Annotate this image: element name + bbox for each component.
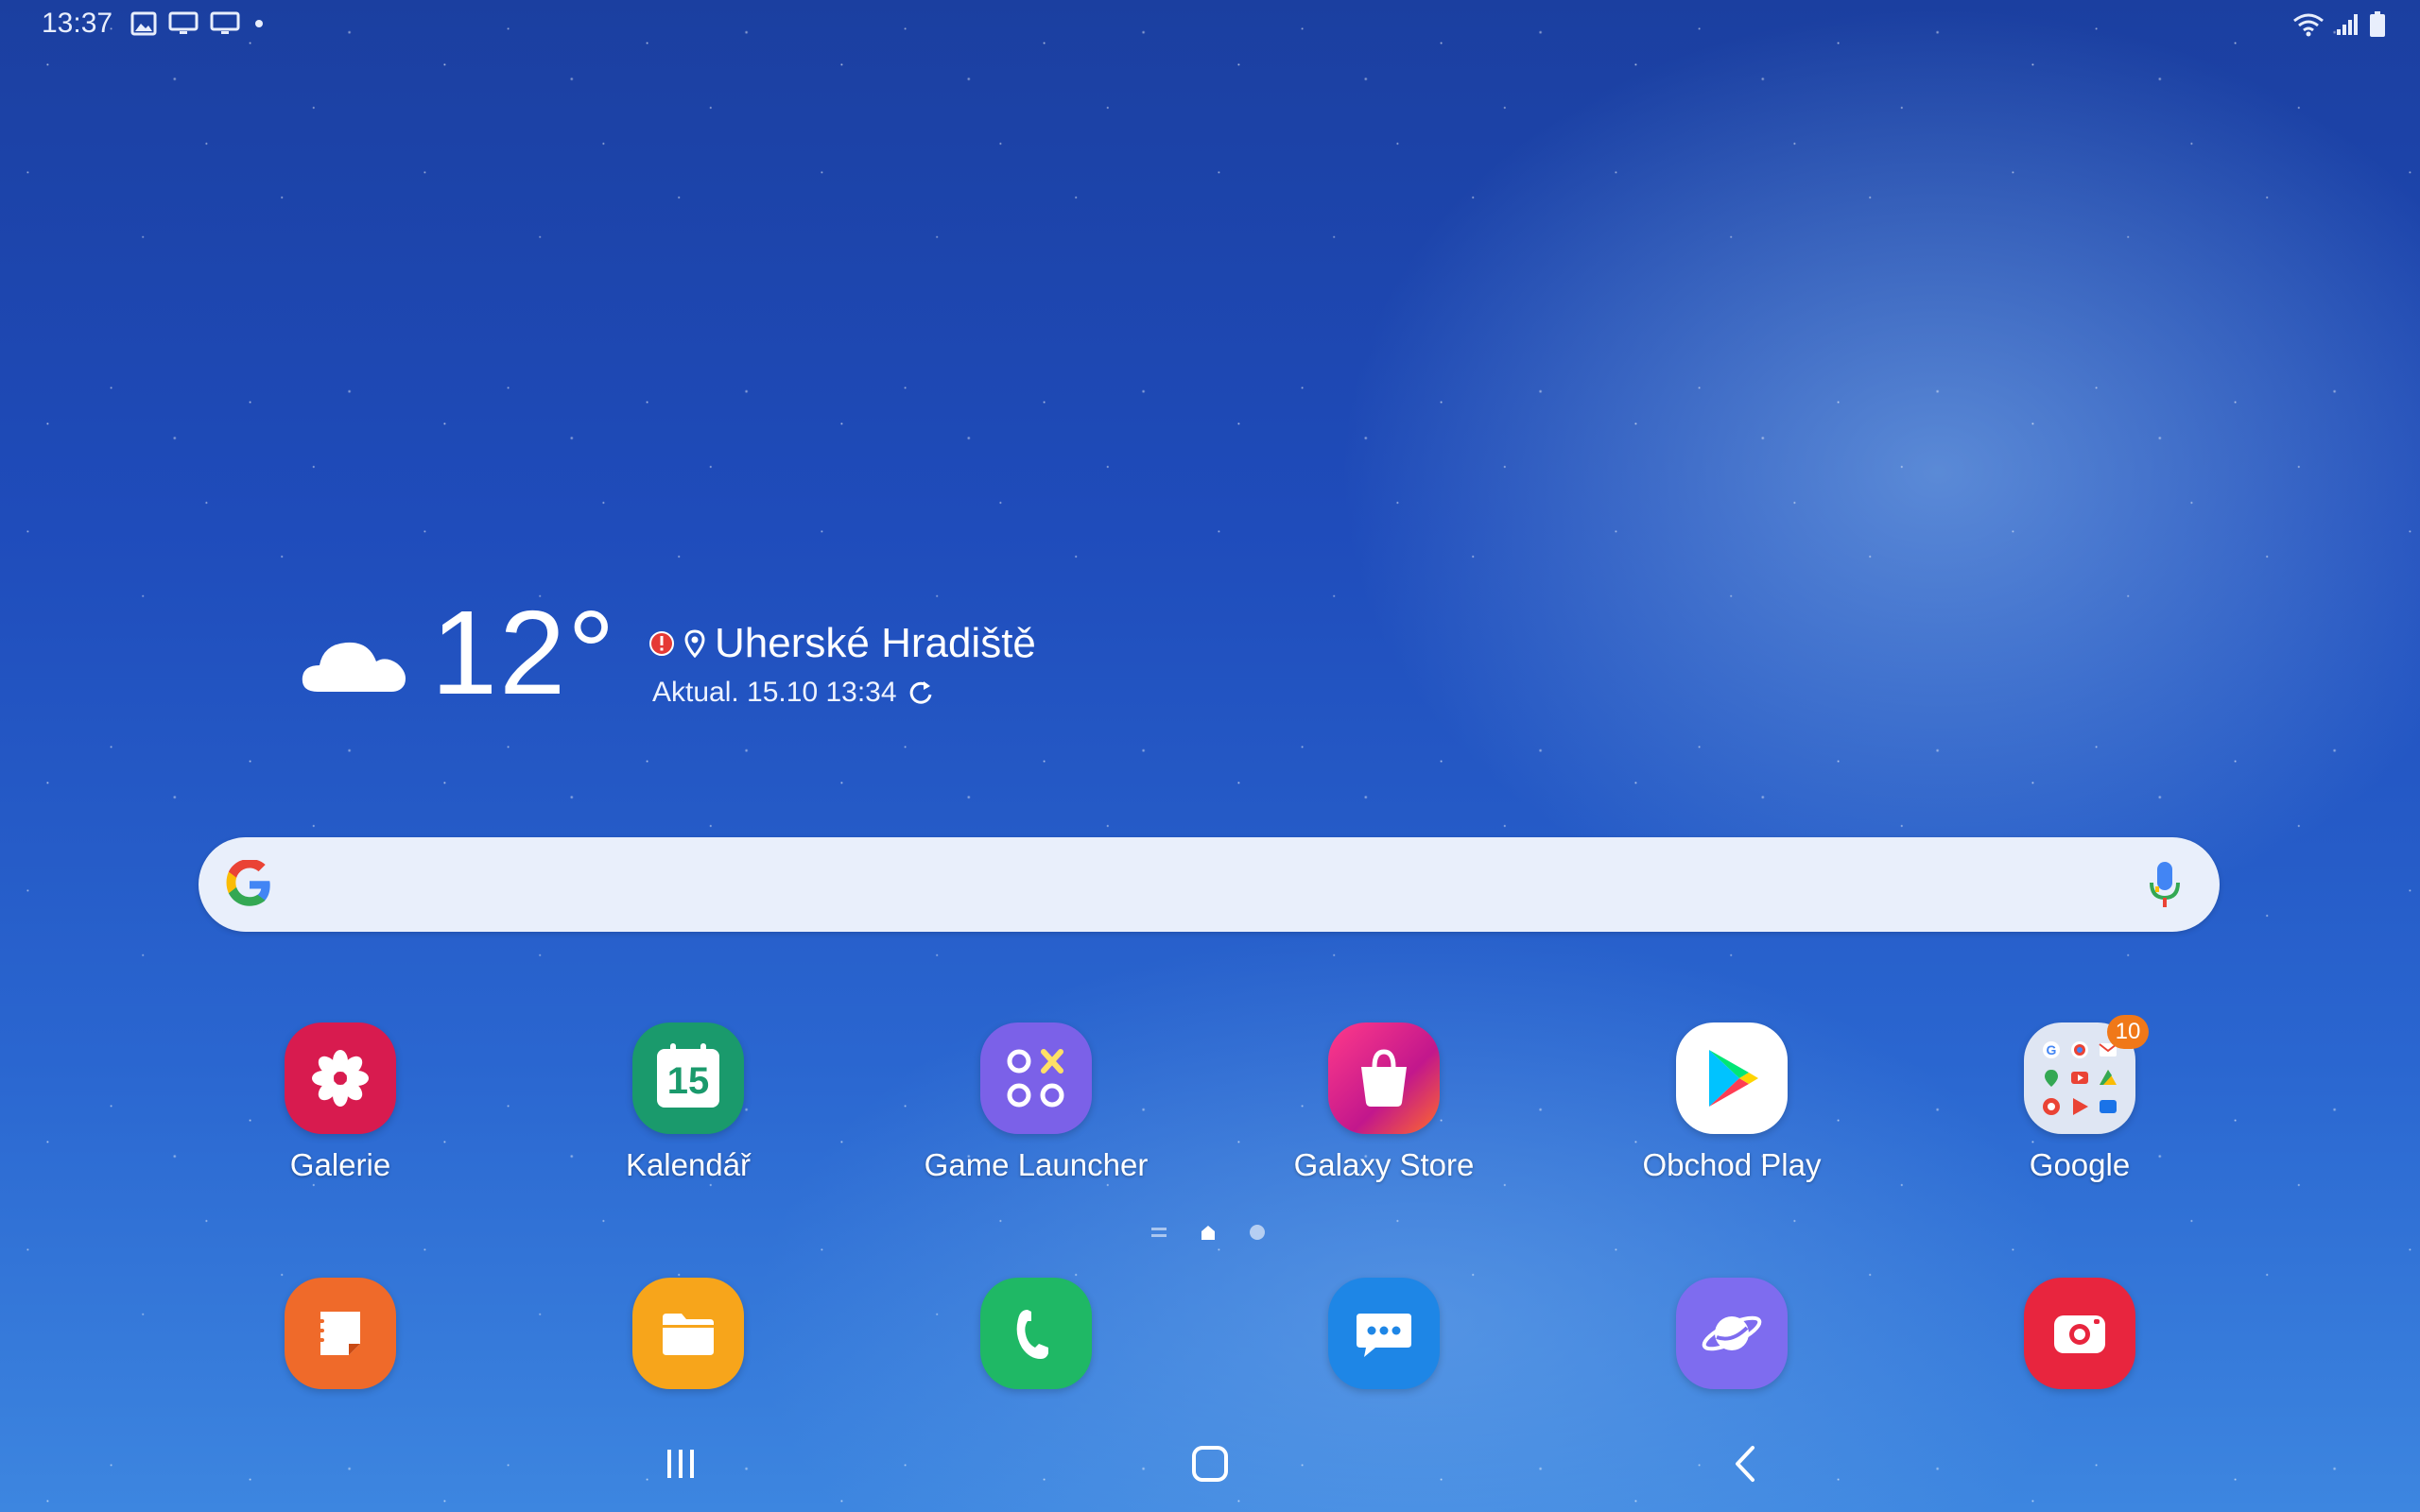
app-label: Galerie (289, 1147, 391, 1182)
google-g-icon (226, 860, 270, 906)
chat-icon (1328, 1278, 1440, 1389)
weather-updated-row: Aktual. 15.10 13:34 (652, 677, 935, 709)
notification-badge: 10 (2107, 1015, 2149, 1049)
weather-widget[interactable]: 12° Uherské Hradiště Aktual. 15.10 13:34 (299, 586, 1055, 737)
weather-updated: Aktual. 15.10 13:34 (652, 677, 897, 708)
app-game-launcher[interactable]: Game Launcher (894, 1022, 1178, 1183)
location-row: Uherské Hradiště (648, 620, 1036, 667)
dock-messages[interactable] (1242, 1278, 1526, 1389)
cloud-icon (302, 642, 406, 692)
home-icon[interactable] (1189, 1442, 1231, 1486)
app-label: Kalendář (625, 1147, 752, 1182)
app-label: Game Launcher (924, 1147, 1149, 1182)
notification-icons (130, 11, 267, 36)
flower-icon (285, 1022, 396, 1134)
alert-icon (649, 631, 674, 656)
location-pin-icon (684, 629, 705, 658)
app-galaxy-store[interactable]: Galaxy Store (1242, 1022, 1526, 1183)
folder-icon: G 10 (2024, 1015, 2149, 1134)
app-label: Google (2029, 1147, 2131, 1182)
screen-icon (168, 11, 199, 34)
google-search-bar[interactable] (199, 837, 2220, 932)
app-kalendar[interactable]: 15 Kalendář (546, 1022, 830, 1183)
dot-icon (255, 20, 263, 27)
mic-icon[interactable] (2148, 858, 2182, 911)
calendar-icon: 15 (632, 1022, 744, 1134)
status-time: 13:37 (42, 8, 113, 39)
app-label: Obchod Play (1642, 1147, 1822, 1182)
svg-text:G: G (2047, 1042, 2057, 1057)
home-page-icon[interactable] (1199, 1223, 1218, 1242)
weather-city: Uherské Hradiště (715, 620, 1036, 666)
dock-files[interactable] (546, 1278, 830, 1389)
app-label: Galaxy Store (1293, 1147, 1475, 1182)
calendar-date: 15 (666, 1060, 710, 1102)
folder-icon (632, 1278, 744, 1389)
app-google-folder[interactable]: G 10 Google (1938, 1015, 2221, 1183)
shopping-bag-icon (1328, 1022, 1440, 1134)
screen-icon (210, 11, 240, 34)
play-store-icon (1676, 1022, 1788, 1134)
app-obchod-play[interactable]: Obchod Play (1590, 1022, 1874, 1183)
image-icon (130, 11, 157, 36)
navigation-bar (0, 1418, 2420, 1512)
dock-phone[interactable] (894, 1278, 1178, 1389)
menu-page-icon[interactable] (1150, 1223, 1168, 1242)
signal-icon (2337, 14, 2358, 35)
game-launcher-icon (980, 1022, 1092, 1134)
wifi-icon (2293, 13, 2324, 37)
battery-icon (2370, 11, 2385, 37)
page-dot-icon[interactable] (1248, 1223, 1267, 1242)
page-indicator[interactable] (1150, 1223, 1267, 1242)
notes-icon (285, 1278, 396, 1389)
refresh-icon[interactable] (907, 679, 935, 707)
camera-icon (2024, 1278, 2135, 1389)
back-icon[interactable] (1726, 1442, 1764, 1486)
app-galerie[interactable]: Galerie (199, 1022, 482, 1183)
dock-notes[interactable] (199, 1278, 482, 1389)
system-icons (2291, 11, 2386, 38)
status-bar: 13:37 (0, 0, 2420, 49)
temperature: 12° (431, 586, 617, 719)
dock-internet[interactable] (1590, 1278, 1874, 1389)
phone-icon (980, 1278, 1092, 1389)
dock-screen-recorder[interactable] (1938, 1278, 2221, 1389)
planet-icon (1676, 1278, 1788, 1389)
recents-icon[interactable] (662, 1442, 700, 1486)
